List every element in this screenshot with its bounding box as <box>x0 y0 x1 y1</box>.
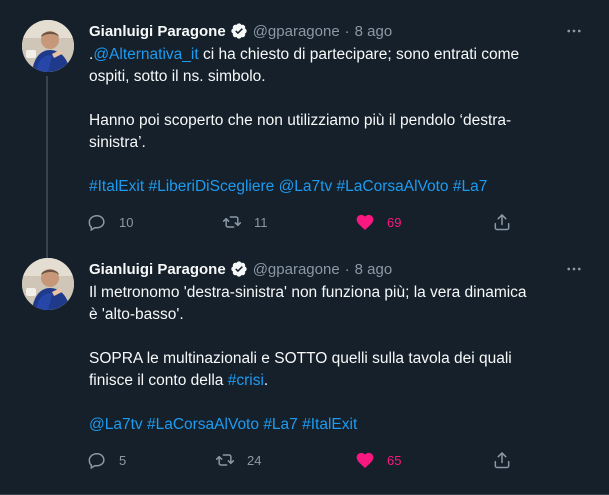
text-segment: finisce il conto della <box>89 372 228 389</box>
reply-icon <box>87 450 107 470</box>
avatar[interactable] <box>22 258 74 310</box>
tweet-actions: 5 24 65 <box>87 448 527 472</box>
thread-line <box>46 76 48 244</box>
tweet-line: SOPRA le multinazionali e SOTTO quelli s… <box>89 350 512 367</box>
tweet-line: finisce il conto della #crisi. <box>89 370 589 392</box>
retweet-count: 11 <box>254 214 268 230</box>
tweet-line: Hanno poi scoperto che non utilizziamo p… <box>89 112 512 129</box>
hashtag-link[interactable]: #La7 <box>263 416 297 433</box>
tweet-line: .@Alternativa_it ci ha chiesto di partec… <box>89 44 589 66</box>
hashtag-link[interactable]: #La7 <box>453 178 487 195</box>
like-count: 65 <box>387 452 402 468</box>
reply-count: 5 <box>119 452 127 468</box>
thread-line <box>46 244 48 258</box>
author-name[interactable]: Gianluigi Paragone <box>89 261 226 278</box>
author-handle[interactable]: @gparagone <box>253 261 340 278</box>
heart-icon <box>355 450 375 470</box>
tweet-1[interactable]: Gianluigi Paragone @gparagone · 8 ago .@… <box>0 0 609 244</box>
text-segment: . <box>263 372 269 389</box>
like-button[interactable]: 65 <box>355 448 401 472</box>
heart-icon <box>355 212 375 232</box>
hashtag-link[interactable]: #crisi <box>228 372 264 389</box>
reply-button[interactable]: 5 <box>87 448 126 472</box>
hashtag-line: #ItalExit #LiberiDiScegliere @La7tv #LaC… <box>89 176 589 198</box>
share-button[interactable] <box>492 210 512 234</box>
retweet-icon <box>222 212 242 232</box>
hashtag-line: @La7tv #LaCorsaAlVoto #La7 #ItalExit <box>89 414 589 436</box>
avatar[interactable] <box>22 20 74 72</box>
hashtag-link[interactable]: #ItalExit <box>89 178 144 195</box>
tweet-date[interactable]: 8 ago <box>355 23 393 40</box>
reply-count: 10 <box>119 214 134 230</box>
hashtag-link[interactable]: #ItalExit <box>302 416 357 433</box>
tweet-line: Il metronomo 'destra-sinistra' non funzi… <box>89 284 527 301</box>
separator-dot: · <box>344 22 350 40</box>
tweet-text: .@Alternativa_it ci ha chiesto di partec… <box>89 44 589 198</box>
tweet-line: è 'alto-basso'. <box>89 306 184 323</box>
tweet-header: Gianluigi Paragone @gparagone · 8 ago <box>89 258 589 280</box>
tweet-2[interactable]: Gianluigi Paragone @gparagone · 8 ago Il… <box>0 244 609 495</box>
like-button[interactable]: 69 <box>355 210 401 234</box>
mention-link[interactable]: @La7tv <box>89 416 143 433</box>
reply-icon <box>87 212 107 232</box>
hashtag-link[interactable]: #LiberiDiScegliere <box>148 178 274 195</box>
verified-badge-icon <box>230 260 248 278</box>
more-icon[interactable] <box>563 20 585 42</box>
text-segment: ci ha chiesto di partecipare; sono entra… <box>198 46 520 63</box>
mention-link[interactable]: @Alternativa_it <box>93 46 198 63</box>
author-name[interactable]: Gianluigi Paragone <box>89 23 226 40</box>
more-icon[interactable] <box>563 258 585 280</box>
tweet-line: sinistra’. <box>89 134 146 151</box>
tweet-header: Gianluigi Paragone @gparagone · 8 ago <box>89 20 589 42</box>
author-handle[interactable]: @gparagone <box>253 23 340 40</box>
mention-link[interactable]: @La7tv <box>279 178 333 195</box>
retweet-button[interactable]: 24 <box>215 448 261 472</box>
share-icon <box>492 212 512 232</box>
hashtag-link[interactable]: #LaCorsaAlVoto <box>147 416 259 433</box>
retweet-icon <box>215 450 235 470</box>
retweet-button[interactable]: 11 <box>222 210 268 234</box>
retweet-count: 24 <box>247 452 262 468</box>
like-count: 69 <box>387 214 402 230</box>
separator-dot: · <box>344 260 350 278</box>
tweet-text: Il metronomo 'destra-sinistra' non funzi… <box>89 282 589 436</box>
reply-button[interactable]: 10 <box>87 210 133 234</box>
tweet-date[interactable]: 8 ago <box>355 261 393 278</box>
tweet-actions: 10 11 69 <box>87 210 527 234</box>
hashtag-link[interactable]: #LaCorsaAlVoto <box>337 178 449 195</box>
share-button[interactable] <box>492 448 512 472</box>
share-icon <box>492 450 512 470</box>
verified-badge-icon <box>230 22 248 40</box>
tweet-line: ospiti, sotto il ns. simbolo. <box>89 68 266 85</box>
